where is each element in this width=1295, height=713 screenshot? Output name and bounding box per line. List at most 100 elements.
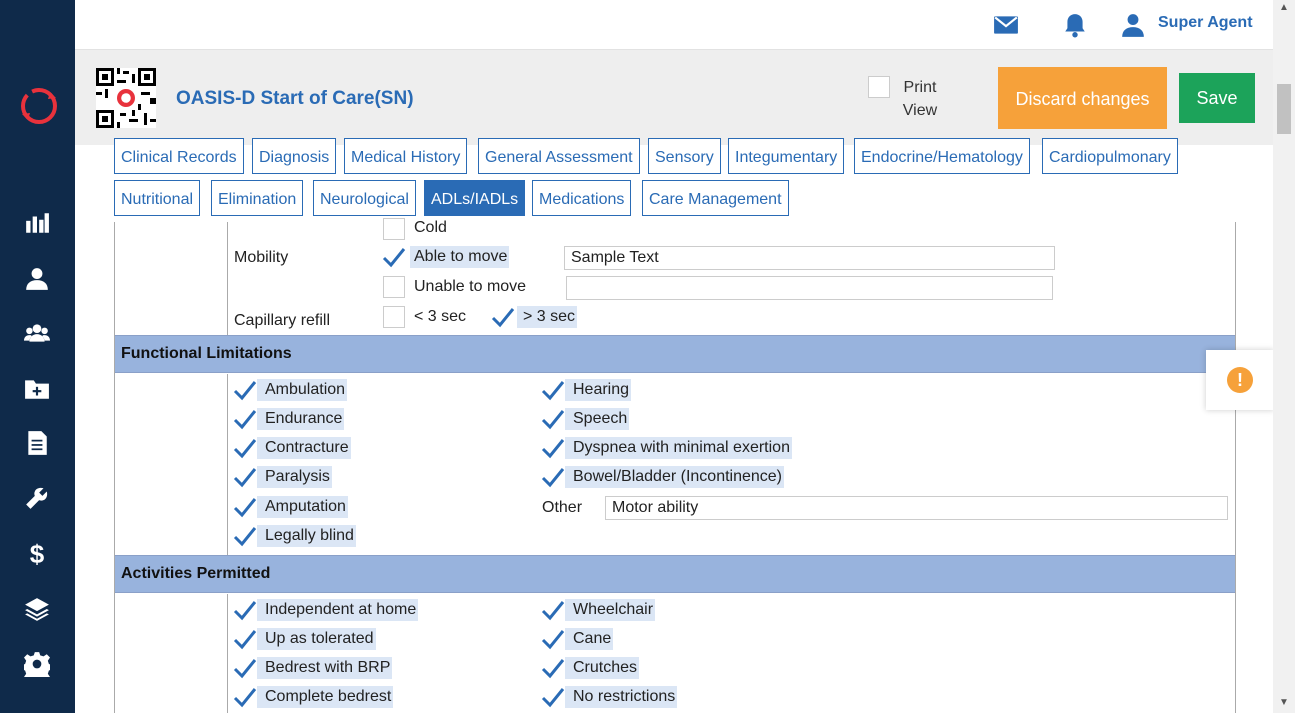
other-text-field[interactable]: Motor ability [605, 496, 1228, 520]
user-name[interactable]: Super Agent [1158, 14, 1253, 32]
doctor-user-icon[interactable] [22, 264, 52, 294]
floating-alert-panel[interactable]: ! [1206, 350, 1274, 410]
form-header: OASIS-D Start of Care(SN) Print View Dis… [75, 50, 1273, 145]
cold-checkbox[interactable] [383, 218, 405, 240]
capillary-gt3-label: > 3 sec [517, 306, 578, 328]
mail-icon[interactable] [991, 10, 1021, 40]
ambulation-label: Ambulation [257, 379, 348, 401]
independent-at-home-checkbox[interactable] [233, 599, 257, 621]
team-users-icon[interactable] [22, 318, 52, 348]
document-icon[interactable] [22, 428, 52, 458]
tab-integumentary[interactable]: Integumentary [728, 138, 845, 174]
print-view-label: Print View [902, 79, 938, 119]
unable-to-move-text-field[interactable] [566, 276, 1053, 300]
crutches-label: Crutches [565, 657, 640, 679]
hearing-label: Hearing [565, 379, 632, 401]
tab-general-assessment[interactable]: General Assessment [478, 138, 640, 174]
legally-blind-label: Legally blind [257, 525, 356, 547]
mobility-label: Mobility [234, 249, 289, 266]
cane-label: Cane [565, 628, 614, 650]
tab-nutritional[interactable]: Nutritional [114, 180, 201, 216]
tab-cardiopulmonary[interactable]: Cardiopulmonary [1042, 138, 1178, 174]
tab-sensory[interactable]: Sensory [648, 138, 721, 174]
functional-limitations-heading: Functional Limitations [115, 335, 1235, 373]
able-to-move-label: Able to move [410, 246, 510, 268]
tab-care-management[interactable]: Care Management [642, 180, 789, 216]
cold-label: Cold [414, 219, 447, 236]
reports-chart-icon[interactable] [22, 208, 52, 238]
other-label: Other [542, 499, 583, 516]
scroll-up-arrow-icon[interactable]: ▲ [1279, 2, 1289, 13]
speech-checkbox[interactable] [541, 408, 565, 430]
sidebar: $ [0, 0, 75, 713]
endurance-checkbox[interactable] [233, 408, 257, 430]
contracture-label: Contracture [257, 437, 351, 459]
contracture-checkbox[interactable] [233, 437, 257, 459]
speech-label: Speech [565, 408, 630, 430]
user-avatar-icon[interactable] [1118, 10, 1148, 40]
tab-diagnosis[interactable]: Diagnosis [252, 138, 337, 174]
capillary-gt3-checkbox[interactable] [491, 306, 515, 328]
wheelchair-label: Wheelchair [565, 599, 656, 621]
activities-permitted-heading: Activities Permitted [115, 555, 1235, 593]
bedrest-with-brp-checkbox[interactable] [233, 657, 257, 679]
form-title: OASIS-D Start of Care(SN) [176, 88, 414, 109]
up-as-tolerated-checkbox[interactable] [233, 628, 257, 650]
bowel-bladder-label: Bowel/Bladder (Incontinence) [565, 466, 785, 488]
notification-bell-icon[interactable] [1060, 10, 1090, 40]
tab-adls-iadls[interactable]: ADLs/IADLs [424, 180, 526, 216]
paralysis-checkbox[interactable] [233, 466, 257, 488]
save-button[interactable]: Save [1179, 73, 1255, 123]
bedrest-with-brp-label: Bedrest with BRP [257, 657, 393, 679]
top-bar: Super Agent [75, 0, 1273, 50]
bowel-bladder-checkbox[interactable] [541, 466, 565, 488]
column-divider [227, 594, 228, 713]
complete-bedrest-label: Complete bedrest [257, 686, 394, 708]
scroll-down-arrow-icon[interactable]: ▼ [1279, 697, 1289, 708]
settings-gear-icon[interactable] [22, 649, 52, 679]
print-view-checkbox[interactable] [868, 76, 890, 98]
able-to-move-checkbox[interactable] [382, 246, 406, 268]
legally-blind-checkbox[interactable] [233, 525, 257, 547]
tab-elimination[interactable]: Elimination [211, 180, 304, 216]
able-to-move-text-field[interactable]: Sample Text [564, 246, 1055, 270]
discard-changes-button[interactable]: Discard changes [998, 67, 1167, 129]
tab-medical-history[interactable]: Medical History [344, 138, 468, 174]
crutches-checkbox[interactable] [541, 657, 565, 679]
tab-endocrine-hematology[interactable]: Endocrine/Hematology [854, 138, 1030, 174]
billing-dollar-icon[interactable]: $ [22, 538, 52, 568]
layers-icon[interactable] [22, 594, 52, 624]
no-restrictions-label: No restrictions [565, 686, 678, 708]
up-as-tolerated-label: Up as tolerated [257, 628, 376, 650]
no-restrictions-checkbox[interactable] [541, 686, 565, 708]
capillary-refill-label: Capillary refill [234, 312, 331, 329]
warning-icon[interactable]: ! [1227, 367, 1253, 393]
amputation-checkbox[interactable] [233, 496, 257, 518]
column-divider [227, 222, 228, 335]
complete-bedrest-checkbox[interactable] [233, 686, 257, 708]
unable-to-move-checkbox[interactable] [383, 276, 405, 298]
tab-clinical-records[interactable]: Clinical Records [114, 138, 244, 174]
medical-folder-icon[interactable] [22, 374, 52, 404]
hearing-checkbox[interactable] [541, 379, 565, 401]
tab-neurological[interactable]: Neurological [313, 180, 416, 216]
ambulation-checkbox[interactable] [233, 379, 257, 401]
cane-checkbox[interactable] [541, 628, 565, 650]
tab-medications[interactable]: Medications [532, 180, 632, 216]
wheelchair-checkbox[interactable] [541, 599, 565, 621]
unable-to-move-label: Unable to move [414, 278, 527, 295]
scrollbar-thumb[interactable] [1277, 84, 1291, 134]
amputation-label: Amputation [257, 496, 348, 518]
capillary-lt3-checkbox[interactable] [383, 306, 405, 328]
page-scrollbar[interactable]: ▲ ▼ [1273, 0, 1295, 713]
column-divider [227, 374, 228, 555]
capillary-lt3-label: < 3 sec [414, 308, 467, 325]
paralysis-label: Paralysis [257, 466, 332, 488]
svg-text:$: $ [30, 540, 45, 566]
endurance-label: Endurance [257, 408, 345, 430]
dyspnea-label: Dyspnea with minimal exertion [565, 437, 792, 459]
independent-at-home-label: Independent at home [257, 599, 419, 621]
dyspnea-checkbox[interactable] [541, 437, 565, 459]
wrench-icon[interactable] [22, 483, 52, 513]
app-logo-icon[interactable] [19, 86, 59, 126]
